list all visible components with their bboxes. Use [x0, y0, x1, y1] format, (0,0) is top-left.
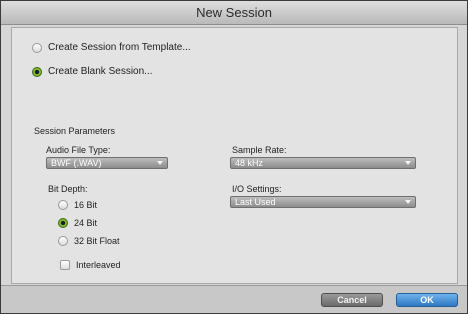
radio-create-from-template[interactable]: Create Session from Template... [32, 42, 191, 53]
chevron-down-icon [405, 161, 411, 165]
chevron-down-icon [157, 161, 163, 165]
audio-file-type-value: BWF (.WAV) [51, 158, 102, 168]
radio-label: 32 Bit Float [74, 236, 120, 246]
radio-32-bit-float[interactable]: 32 Bit Float [58, 236, 120, 246]
radio-selected-icon [58, 218, 68, 228]
radio-24-bit[interactable]: 24 Bit [58, 218, 97, 228]
interleaved-checkbox[interactable]: Interleaved [60, 260, 121, 270]
radio-create-blank-session[interactable]: Create Blank Session... [32, 66, 153, 77]
radio-label: Create Session from Template... [48, 42, 191, 53]
bit-depth-label: Bit Depth: [48, 184, 88, 194]
ok-button[interactable]: OK [396, 293, 458, 307]
checkbox-label: Interleaved [76, 260, 121, 270]
radio-selected-icon [32, 66, 42, 77]
io-settings-dropdown[interactable]: Last Used [230, 196, 416, 208]
dialog-title: New Session [1, 1, 467, 25]
io-settings-label: I/O Settings: [232, 184, 282, 194]
radio-unselected-icon [58, 236, 68, 246]
radio-unselected-icon [58, 200, 68, 210]
session-parameters-heading: Session Parameters [34, 126, 116, 136]
new-session-dialog: New Session Create Session from Template… [0, 0, 468, 314]
io-settings-value: Last Used [235, 197, 276, 207]
radio-16-bit[interactable]: 16 Bit [58, 200, 97, 210]
sample-rate-dropdown[interactable]: 48 kHz [230, 157, 416, 169]
checkbox-box-icon [60, 260, 70, 270]
radio-label: 16 Bit [74, 200, 98, 210]
cancel-button[interactable]: Cancel [321, 293, 383, 307]
radio-label: Create Blank Session... [48, 66, 153, 77]
audio-file-type-label: Audio File Type: [46, 145, 111, 155]
radio-label: 24 Bit [74, 218, 98, 228]
radio-unselected-icon [32, 42, 42, 53]
audio-file-type-dropdown[interactable]: BWF (.WAV) [46, 157, 168, 169]
chevron-down-icon [405, 200, 411, 204]
sample-rate-value: 48 kHz [235, 158, 264, 168]
sample-rate-label: Sample Rate: [232, 145, 287, 155]
dialog-content: Create Session from Template... Create B… [11, 27, 458, 284]
